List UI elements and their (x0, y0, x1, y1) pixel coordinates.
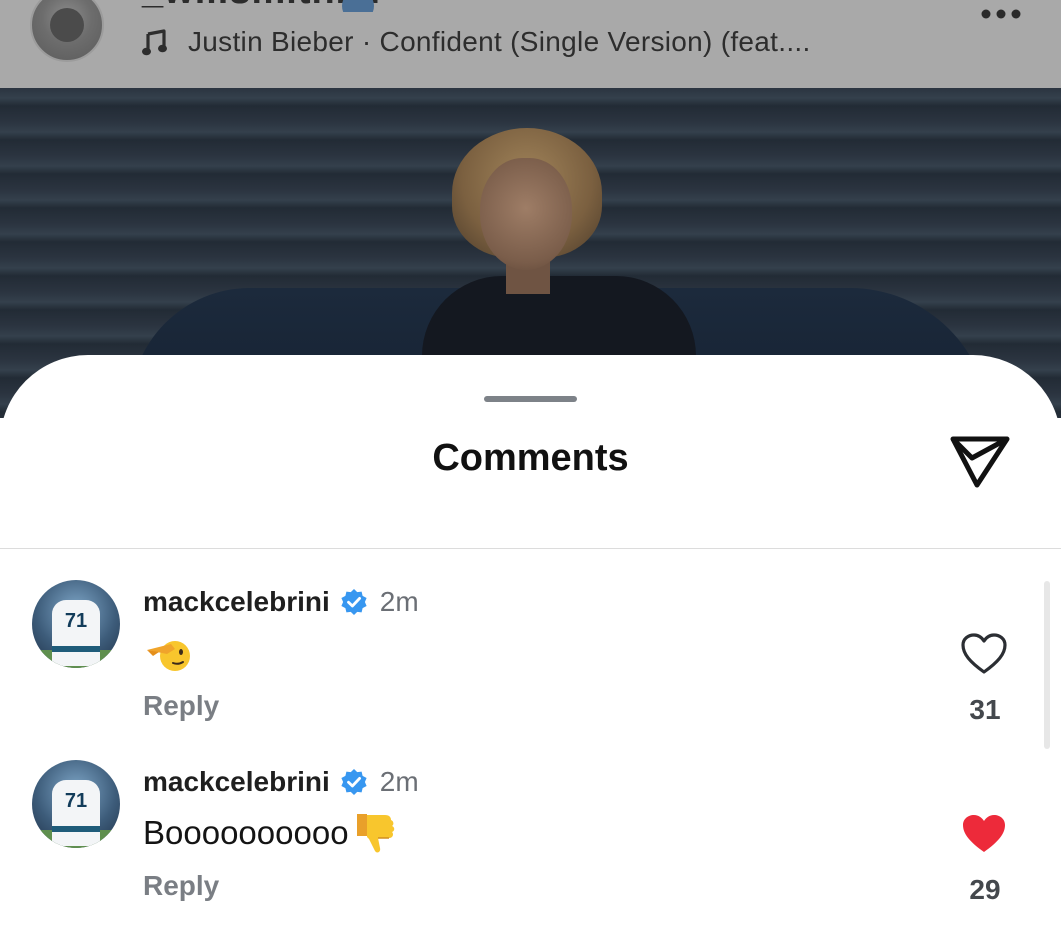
verified-badge-icon (341, 769, 367, 795)
avatar-jersey-stripe (52, 646, 100, 652)
comment-header: mackcelebrini 2m (143, 586, 419, 618)
comment-item: 71 mackcelebrini 2m Reply 31 (0, 580, 1061, 750)
comment-header: mackcelebrini 2m (143, 766, 419, 798)
comment-text-content: Boooooooooo (143, 814, 349, 851)
comment-item: 71 mackcelebrini 2m Boooooooooo Reply 29 (0, 760, 1061, 930)
reply-button[interactable]: Reply (143, 870, 219, 902)
more-options-icon[interactable] (978, 4, 1024, 24)
post-header: _willsmith12 Justin Bieber · Confident (… (0, 0, 1061, 88)
sheet-title: Comments (432, 437, 629, 479)
poster-avatar-image (50, 8, 84, 42)
comment-text: Boooooooooo (143, 810, 397, 856)
reply-button[interactable]: Reply (143, 690, 219, 722)
heart-outline-icon[interactable] (960, 632, 1008, 676)
share-icon[interactable] (948, 433, 1012, 491)
comment-username[interactable]: mackcelebrini (143, 766, 330, 798)
music-track-label: Justin Bieber · Confident (Single Versio… (188, 26, 811, 57)
comment-time: 2m (379, 766, 419, 797)
avatar-jersey-number: 71 (64, 790, 88, 812)
comment-username[interactable]: mackcelebrini (143, 586, 330, 618)
sheet-divider (0, 548, 1061, 549)
avatar[interactable]: 71 (32, 580, 120, 668)
like-count: 31 (969, 694, 1001, 725)
music-note-icon (142, 29, 167, 56)
comments-screen: _willsmith12 Justin Bieber · Confident (… (0, 0, 1061, 937)
verified-badge-icon (341, 589, 367, 615)
avatar[interactable]: 71 (32, 760, 120, 848)
avatar-jersey-number: 71 (64, 610, 88, 632)
thumbs-down-emoji-icon (356, 814, 394, 853)
saluting-face-emoji-icon (147, 641, 190, 671)
photo-person-face (480, 158, 572, 270)
sheet-drag-handle[interactable] (484, 396, 577, 402)
comment-text (143, 630, 191, 676)
like-count: 29 (969, 874, 1001, 905)
heart-filled-icon[interactable] (960, 812, 1008, 856)
comments-sheet: Comments 71 mackcelebrini 2m Reply 31 71… (0, 355, 1061, 937)
music-row[interactable]: Justin Bieber · Confident (Single Versio… (142, 24, 811, 60)
poster-avatar[interactable] (30, 0, 104, 62)
verified-icon (342, 0, 374, 12)
avatar-jersey-stripe (52, 826, 100, 832)
comment-time: 2m (379, 586, 419, 617)
